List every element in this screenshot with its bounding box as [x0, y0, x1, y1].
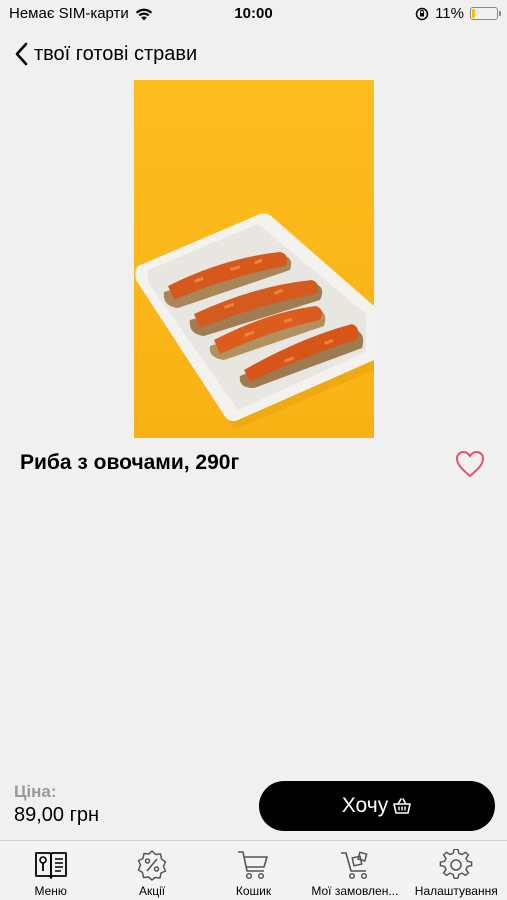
product-name: Риба з овочами, 290г	[20, 451, 240, 474]
product-image	[134, 80, 374, 438]
basket-icon	[393, 798, 412, 814]
tab-menu[interactable]: Меню	[0, 841, 101, 900]
tab-promotions[interactable]: Акції	[101, 841, 202, 900]
heart-outline-icon	[455, 450, 485, 478]
price-label: Ціна:	[14, 782, 57, 801]
tab-bar: Меню Акції Кошик Мої замовлен... Налашту…	[0, 840, 507, 900]
tab-menu-label: Меню	[34, 884, 67, 898]
back-button[interactable]: твої готові страви	[0, 42, 197, 66]
battery-percent: 11%	[435, 5, 464, 22]
add-to-cart-button[interactable]: Хочу	[259, 781, 495, 831]
battery-fill	[472, 9, 475, 18]
product-photo	[134, 80, 374, 438]
tab-my-orders[interactable]: Мої замовлен...	[304, 841, 405, 900]
tab-settings-label: Налаштування	[414, 884, 498, 898]
status-bar: Немає SIM-карти 10:00 11%	[0, 0, 507, 28]
tab-cart-label: Кошик	[235, 884, 272, 898]
page-title: твої готові страви	[34, 42, 198, 65]
menu-book-icon	[34, 852, 67, 879]
tab-my-orders-label: Мої замовлен...	[311, 884, 399, 898]
price-value: 89,00 грн	[14, 804, 100, 826]
tab-settings[interactable]: Налаштування	[406, 841, 507, 900]
orders-cart-icon	[340, 851, 368, 880]
chevron-left-icon	[15, 42, 28, 66]
battery-icon	[470, 7, 501, 20]
tab-cart[interactable]: Кошик	[203, 841, 304, 900]
cart-icon	[238, 851, 269, 880]
tab-promotions-label: Акції	[139, 884, 166, 898]
status-right: 11%	[415, 5, 501, 22]
orientation-lock-icon	[415, 7, 429, 20]
add-to-cart-label: Хочу	[341, 794, 389, 817]
nav-header: твої готові страви	[0, 32, 507, 76]
favorite-button[interactable]	[455, 450, 485, 478]
gear-icon	[439, 849, 473, 879]
discount-icon	[137, 850, 167, 881]
